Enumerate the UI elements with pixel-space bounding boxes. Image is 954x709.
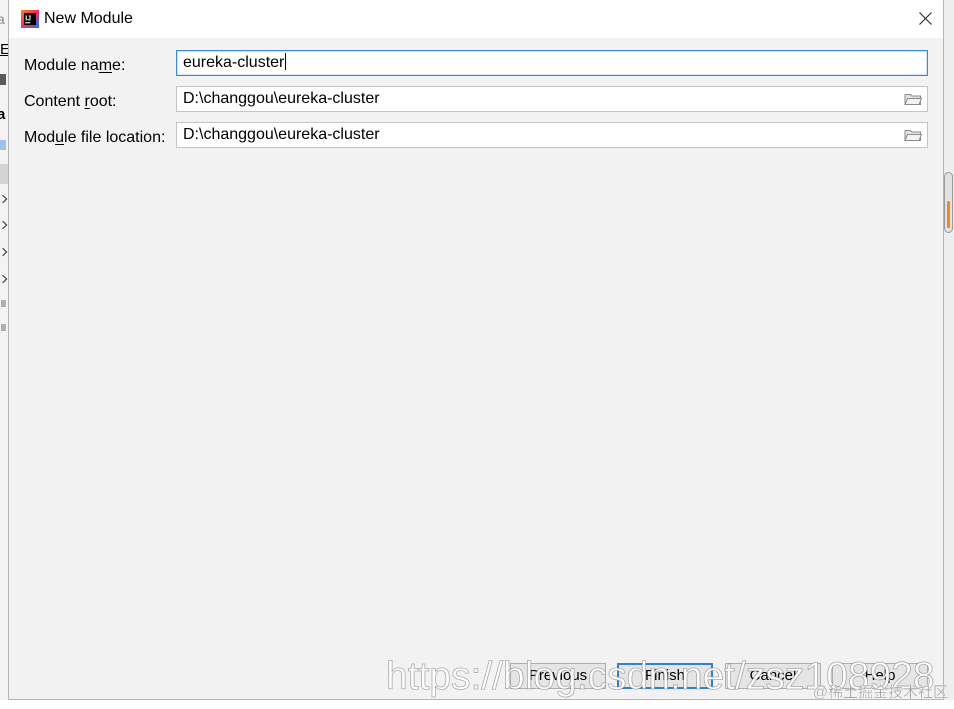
chevron-right-icon — [0, 274, 8, 284]
chevron-right-icon — [0, 220, 8, 230]
intellij-idea-icon: IJ — [21, 10, 39, 28]
module-file-location-value: D:\changgou\eureka-cluster — [183, 126, 380, 143]
chevron-right-icon — [0, 247, 8, 257]
content-root-input[interactable]: D:\changgou\eureka-cluster — [176, 86, 928, 112]
folder-icon[interactable] — [904, 128, 922, 142]
file-icon — [1, 324, 6, 331]
text-caret — [285, 53, 287, 70]
module-name-input[interactable]: eureka-cluster — [176, 50, 928, 76]
dialog-title: New Module — [44, 10, 133, 27]
file-icon — [1, 300, 6, 307]
folder-icon[interactable] — [904, 92, 922, 106]
background-text-fragment: a — [0, 106, 6, 123]
finish-button[interactable]: Finish — [617, 663, 713, 689]
tree-selected-row — [0, 164, 8, 184]
background-ide-left-strip: a E a — [0, 0, 8, 700]
scrollbar-marker — [947, 201, 950, 228]
content-root-label: Content root: — [24, 93, 117, 110]
title-bar[interactable]: IJ New Module — [9, 0, 943, 38]
chevron-right-icon — [0, 194, 8, 204]
background-menu-fragment: E — [0, 41, 8, 58]
content-root-value: D:\changgou\eureka-cluster — [183, 90, 380, 107]
app-icon-lettering: IJ — [25, 15, 31, 22]
cancel-button[interactable]: Cancel — [725, 663, 821, 689]
module-name-label: Module name: — [24, 57, 126, 74]
new-module-dialog: IJ New Module Module name: eureka-cluste… — [8, 0, 944, 700]
mnemonic-underline: r — [84, 93, 90, 110]
help-button[interactable]: Help — [832, 663, 928, 689]
mnemonic-underline: m — [98, 57, 113, 74]
previous-button[interactable]: Previous — [510, 663, 606, 689]
mnemonic-underline: u — [55, 129, 65, 146]
module-name-value: eureka-cluster — [183, 54, 285, 71]
toolbar-icon — [0, 74, 6, 85]
background-ide-right-strip — [944, 0, 954, 700]
module-file-location-label: Module file location: — [24, 129, 166, 146]
editor-scrollbar-thumb[interactable] — [944, 172, 953, 233]
close-icon[interactable] — [918, 11, 933, 26]
background-text-fragment: a — [0, 11, 5, 27]
project-icon — [0, 140, 6, 150]
module-file-location-input[interactable]: D:\changgou\eureka-cluster — [176, 122, 928, 148]
